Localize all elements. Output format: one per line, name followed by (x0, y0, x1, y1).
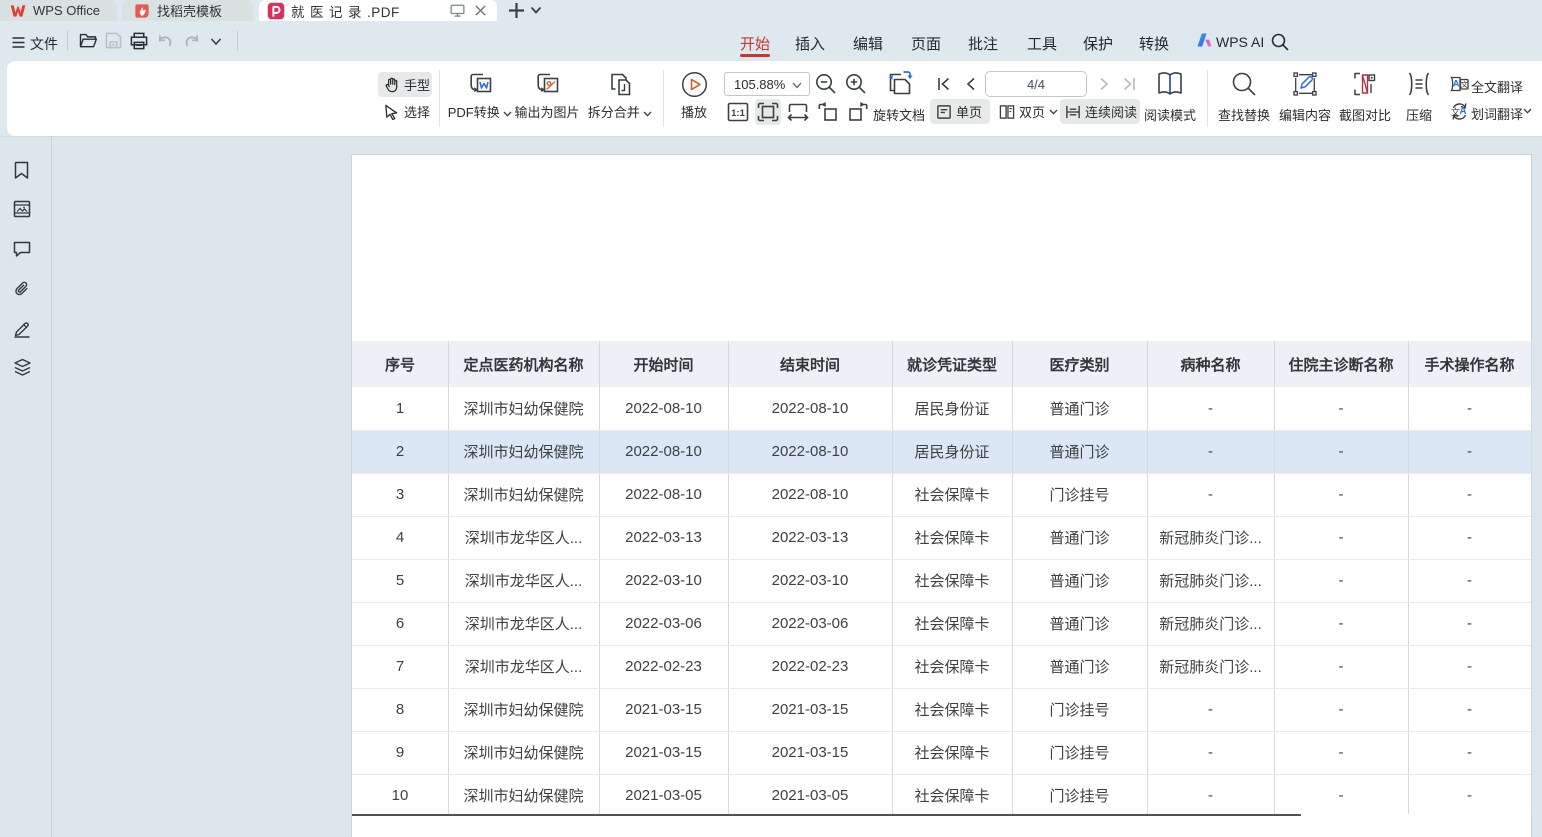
svg-text:A: A (1453, 79, 1460, 90)
svg-text:A: A (1459, 106, 1466, 117)
svg-text:文: 文 (1460, 79, 1468, 89)
svg-text:1:1: 1:1 (731, 108, 745, 119)
